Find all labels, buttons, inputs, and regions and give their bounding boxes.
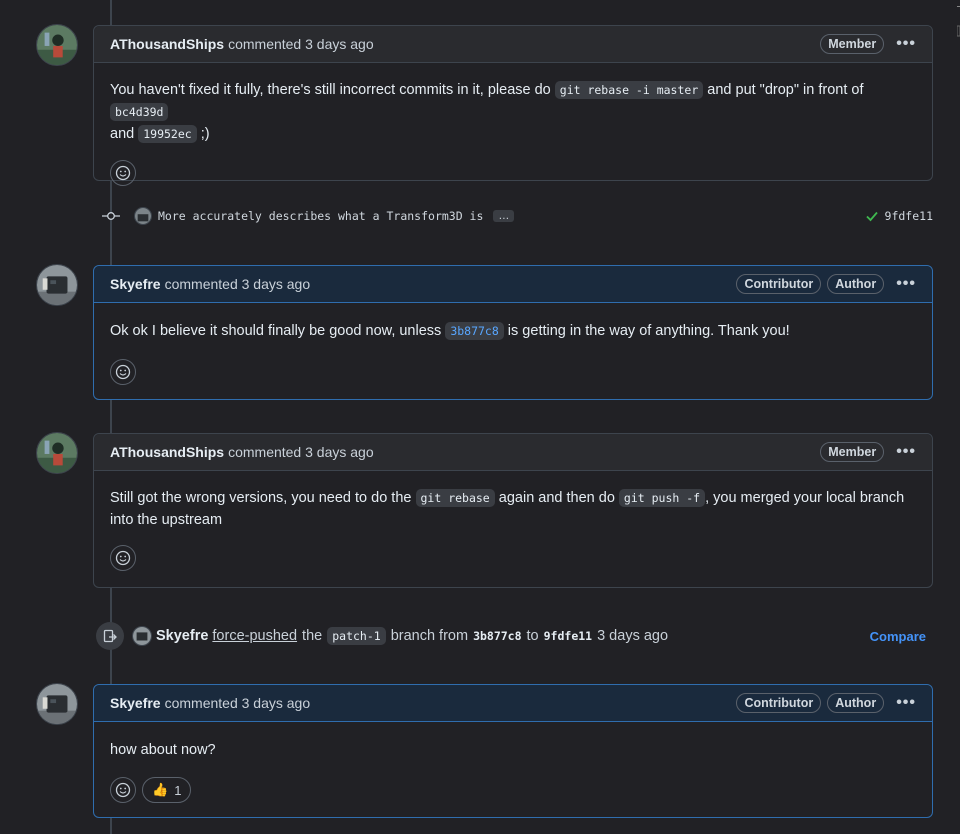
inline-code: git rebase (415, 489, 495, 507)
thumbs-up-reaction[interactable]: 👍 1 (142, 777, 192, 803)
force-push-link[interactable]: force-pushed (212, 628, 297, 644)
comment-body: You haven't fixed it fully, there's stil… (94, 63, 932, 145)
inline-code: git rebase -i master (554, 81, 704, 99)
avatar[interactable] (36, 24, 78, 66)
from-sha-link[interactable]: 3b877c8 (473, 629, 521, 643)
comment: AThousandShips commented 3 days ago Memb… (93, 433, 933, 588)
smiley-icon (115, 550, 131, 566)
comment: Skyefre commented 3 days ago Contributor… (93, 684, 933, 818)
avatar[interactable] (36, 264, 78, 306)
inline-code: 19952ec (138, 125, 197, 143)
avatar-athousandships-icon (37, 433, 77, 473)
body-text: and (110, 126, 139, 142)
comment-header: AThousandShips commented 3 days ago Memb… (94, 26, 932, 63)
avatar-skyefre-icon (37, 684, 77, 724)
body-text: ;) (196, 126, 210, 142)
git-commit-icon (100, 205, 122, 227)
smiley-icon (115, 782, 131, 798)
commit-message-link[interactable]: More accurately describes what a Transfo… (158, 209, 483, 223)
thumbs-up-icon: 👍 (152, 782, 169, 797)
comment-body: Ok ok I believe it should finally be goo… (94, 303, 932, 342)
inline-code: bc4d39d (110, 103, 169, 121)
add-reaction-button[interactable] (110, 359, 136, 385)
commit-sha-link[interactable]: 3b877c8 (445, 322, 504, 340)
force-push-icon (96, 622, 124, 650)
event-text: the (302, 628, 323, 644)
author-link[interactable]: Skyefre (110, 695, 161, 711)
contributor-badge: Contributor (736, 274, 822, 294)
avatar-skyefre-icon (37, 265, 77, 305)
reactions-bar (94, 342, 932, 397)
author-link[interactable]: Skyefre (110, 276, 161, 292)
reaction-count: 1 (174, 782, 182, 798)
contributor-badge: Contributor (736, 693, 822, 713)
kebab-menu-icon[interactable]: ••• (896, 35, 916, 53)
body-text: again and then do (494, 490, 619, 506)
kebab-menu-icon[interactable]: ••• (896, 443, 916, 461)
author-link[interactable]: AThousandShips (110, 36, 224, 52)
reactions-bar (94, 145, 932, 198)
compare-link[interactable]: Compare (870, 629, 926, 644)
avatar[interactable] (134, 207, 152, 225)
author-badge: Author (827, 693, 885, 713)
comment: Skyefre commented 3 days ago Contributor… (93, 265, 933, 400)
reactions-bar (94, 531, 932, 583)
add-reaction-button[interactable] (110, 777, 136, 803)
avatar[interactable] (36, 683, 78, 725)
comment-timestamp[interactable]: commented 3 days ago (228, 444, 374, 460)
kebab-menu-icon[interactable]: ••• (896, 275, 916, 293)
add-reaction-button[interactable] (110, 160, 136, 186)
comment-body: how about now? (94, 722, 932, 761)
reactions-bar: 👍 1 (94, 761, 932, 815)
comment-header: Skyefre commented 3 days ago Contributor… (94, 685, 932, 722)
author-badge: Author (827, 274, 885, 294)
comment-timestamp[interactable]: commented 3 days ago (228, 36, 374, 52)
body-text: Still got the wrong versions, you need t… (110, 490, 416, 506)
member-badge: Member (820, 442, 885, 462)
to-sha-link[interactable]: 9fdfe11 (544, 629, 592, 643)
event-text: to (526, 628, 539, 644)
body-text: and put "drop" in front of (703, 82, 864, 98)
add-reaction-button[interactable] (110, 545, 136, 571)
body-text: You haven't fixed it fully, there's stil… (110, 82, 555, 98)
comment: AThousandShips commented 3 days ago Memb… (93, 25, 933, 186)
inline-code: git push -f (618, 489, 706, 507)
comment-header: AThousandShips commented 3 days ago Memb… (94, 434, 932, 471)
author-link[interactable]: AThousandShips (110, 444, 224, 460)
author-link[interactable]: Skyefre (156, 628, 208, 644)
body-text: is getting in the way of anything. Thank… (503, 323, 790, 339)
body-text: Ok ok I believe it should finally be goo… (110, 323, 446, 339)
event-text: branch from (390, 628, 469, 644)
kebab-menu-icon[interactable]: ••• (896, 694, 916, 712)
expand-commit-button[interactable]: … (493, 210, 515, 222)
commit-row: More accurately describes what a Transfo… (100, 205, 933, 227)
comment-body: Still got the wrong versions, you need t… (94, 471, 932, 531)
comment-header: Skyefre commented 3 days ago Contributor… (94, 266, 932, 303)
member-badge: Member (820, 34, 885, 54)
avatar[interactable] (132, 626, 152, 646)
branch-name[interactable]: patch-1 (327, 627, 386, 645)
avatar[interactable] (36, 432, 78, 474)
smiley-icon (115, 364, 131, 380)
commit-sha-link[interactable]: 9fdfe11 (885, 209, 933, 223)
body-text: how about now? (110, 742, 216, 758)
force-push-event: Skyefre force-pushed the patch-1 branch … (96, 621, 926, 651)
event-timestamp[interactable]: 3 days ago (597, 628, 668, 644)
check-icon[interactable] (865, 209, 879, 223)
comment-timestamp[interactable]: commented 3 days ago (165, 276, 311, 292)
smiley-icon (115, 165, 131, 181)
comment-timestamp[interactable]: commented 3 days ago (165, 695, 311, 711)
avatar-athousandships-icon (37, 25, 77, 65)
